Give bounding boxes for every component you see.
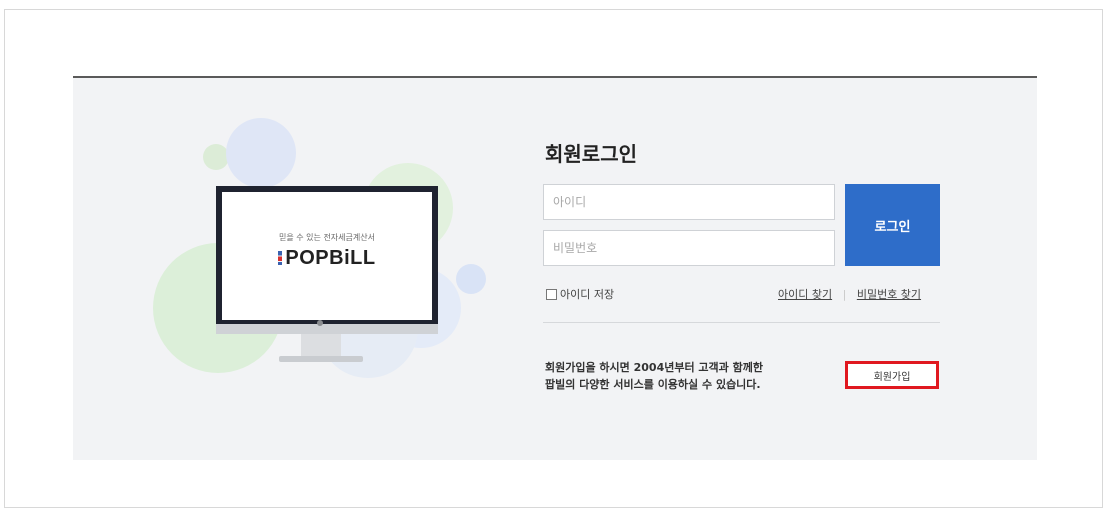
monitor-base <box>279 356 363 362</box>
popbill-logo: POPBiLL <box>222 247 432 270</box>
decor-circle <box>226 118 296 188</box>
id-input[interactable] <box>543 184 835 220</box>
save-id-label: 아이디 저장 <box>560 288 615 301</box>
monitor-power-icon <box>317 320 323 326</box>
promo-tagline: 믿을 수 있는 전자세금계산서 <box>279 233 375 242</box>
logo-text: POPBiLL <box>285 247 376 269</box>
decor-circle <box>456 264 486 294</box>
login-title: 회원로그인 <box>545 142 637 166</box>
monitor-stand <box>301 334 341 356</box>
signup-description: 회원가입을 하시면 2004년부터 고객과 함께한 팝빌의 다양한 서비스를 이… <box>545 359 763 393</box>
login-button[interactable]: 로그인 <box>845 184 940 266</box>
page-frame: 믿을 수 있는 전자세금계산서 POPBiLL 회원로그인 로그인 아이디 저장… <box>4 9 1103 508</box>
login-panel: 믿을 수 있는 전자세금계산서 POPBiLL 회원로그인 로그인 아이디 저장… <box>73 76 1037 460</box>
find-links: 아이디 찾기 | 비밀번호 찾기 <box>778 286 921 302</box>
logo-mark-icon <box>278 251 283 265</box>
monitor-bezel <box>216 324 438 334</box>
save-id-option[interactable]: 아이디 저장 <box>546 286 614 302</box>
link-separator: | <box>842 288 847 301</box>
save-id-checkbox[interactable] <box>546 288 557 300</box>
monitor-illustration: 믿을 수 있는 전자세금계산서 POPBiLL <box>216 186 438 326</box>
decor-circle <box>203 144 229 170</box>
find-password-link[interactable]: 비밀번호 찾기 <box>857 288 921 301</box>
password-input[interactable] <box>543 230 835 266</box>
signup-button[interactable]: 회원가입 <box>845 361 939 389</box>
signup-description-line2: 팝빌의 다양한 서비스를 이용하실 수 있습니다. <box>545 378 761 391</box>
signup-description-line1: 회원가입을 하시면 2004년부터 고객과 함께한 <box>545 361 763 374</box>
section-divider <box>543 322 940 323</box>
find-id-link[interactable]: 아이디 찾기 <box>778 288 832 301</box>
